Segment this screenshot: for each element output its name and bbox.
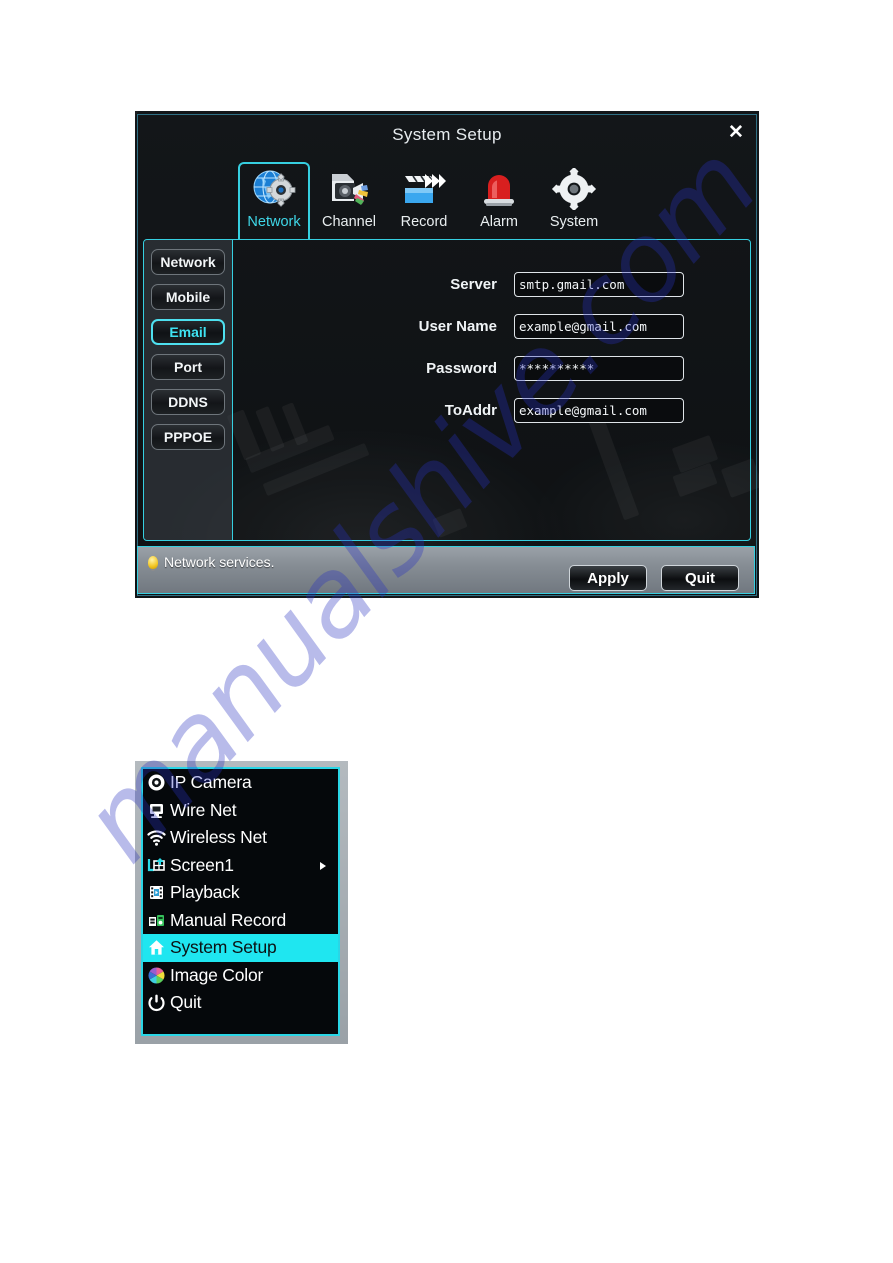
tab-network[interactable]: Network	[238, 162, 310, 240]
screen-split-icon	[147, 856, 166, 875]
tab-alarm[interactable]: Alarm	[463, 164, 535, 240]
sidebar-item-port[interactable]: Port	[151, 354, 225, 380]
system-setup-window: System Setup ✕ Network Channel Record Al…	[135, 111, 759, 598]
manual-record-icon	[147, 911, 166, 930]
server-input[interactable]: smtp.gmail.com	[514, 272, 684, 297]
tab-bar: Network Channel Record Alarm System	[135, 156, 759, 240]
tab-label: Record	[400, 214, 448, 230]
menu-item-wireless-net[interactable]: Wireless Net	[143, 824, 338, 852]
page-title: System Setup	[392, 125, 502, 144]
sidebar-item-label: Port	[174, 359, 202, 375]
wired-network-icon	[147, 801, 166, 820]
menu-item-playback[interactable]: Playback	[143, 879, 338, 907]
menu-item-quit[interactable]: Quit	[143, 989, 338, 1017]
camera-lens-icon	[147, 773, 166, 792]
bulb-icon	[148, 555, 158, 569]
sidebar-item-label: Mobile	[165, 289, 211, 305]
form-row-password: Password **********	[232, 354, 750, 384]
quit-button[interactable]: Quit	[661, 565, 739, 591]
sidebar-item-mobile[interactable]: Mobile	[151, 284, 225, 310]
apply-button[interactable]: Apply	[569, 565, 647, 591]
settings-content-panel: Network Mobile Email Port DDNS PPPOE Ser…	[143, 239, 751, 541]
menu-item-ip-camera[interactable]: IP Camera	[143, 769, 338, 797]
clapperboard-icon	[388, 164, 460, 210]
menu-item-label: Manual Record	[170, 909, 287, 930]
context-menu: IP Camera Wire Net Wireless Net Screen1 …	[141, 767, 340, 1036]
menu-item-wire-net[interactable]: Wire Net	[143, 797, 338, 825]
color-wheel-icon	[147, 966, 166, 985]
menu-item-manual-record[interactable]: Manual Record	[143, 907, 338, 935]
toaddr-label: ToAddr	[444, 402, 497, 419]
sidebar-item-label: DDNS	[168, 394, 208, 410]
sidebar-item-pppoe[interactable]: PPPOE	[151, 424, 225, 450]
camera-channel-icon	[313, 164, 385, 210]
menu-item-label: IP Camera	[170, 772, 252, 793]
wifi-icon	[147, 828, 166, 847]
submenu-arrow-icon	[320, 861, 326, 870]
menu-item-label: System Setup	[170, 937, 277, 958]
sidebar-item-email[interactable]: Email	[151, 319, 225, 345]
menu-item-image-color[interactable]: Image Color	[143, 962, 338, 990]
window-footer: Network services. Apply Quit	[137, 546, 755, 594]
home-icon	[147, 938, 166, 957]
sidebar-item-label: Email	[169, 324, 207, 340]
power-icon	[147, 993, 166, 1012]
password-input[interactable]: **********	[514, 356, 684, 381]
username-label: User Name	[418, 318, 497, 335]
toaddr-input[interactable]: example@gmail.com	[514, 398, 684, 423]
globe-gear-icon	[240, 164, 308, 210]
gear-icon	[538, 164, 610, 210]
settings-sidebar: Network Mobile Email Port DDNS PPPOE	[144, 240, 233, 540]
server-label: Server	[450, 276, 497, 293]
close-icon[interactable]: ✕	[725, 122, 747, 144]
status-hint-text: Network services.	[164, 554, 275, 570]
status-hint: Network services.	[148, 551, 274, 573]
tab-label: Alarm	[480, 214, 518, 230]
context-menu-frame: IP Camera Wire Net Wireless Net Screen1 …	[135, 761, 348, 1044]
menu-item-label: Image Color	[170, 964, 264, 985]
menu-item-label: Wire Net	[170, 799, 237, 820]
tab-label: Channel	[321, 214, 376, 230]
menu-item-screen1[interactable]: Screen1	[143, 852, 338, 880]
tab-record[interactable]: Record	[388, 164, 460, 240]
menu-item-label: Wireless Net	[170, 827, 267, 848]
email-settings-form: Server smtp.gmail.com User Name example@…	[232, 240, 750, 540]
sidebar-item-network[interactable]: Network	[151, 249, 225, 275]
menu-item-system-setup[interactable]: System Setup	[143, 934, 338, 962]
menu-item-label: Quit	[170, 992, 202, 1013]
tab-system[interactable]: System	[538, 164, 610, 240]
password-label: Password	[426, 360, 497, 377]
username-input[interactable]: example@gmail.com	[514, 314, 684, 339]
tab-label: Network	[247, 214, 301, 230]
window-title-bar: System Setup ✕	[135, 111, 759, 156]
menu-item-label: Playback	[170, 882, 240, 903]
menu-item-label: Screen1	[170, 854, 234, 875]
tab-channel[interactable]: Channel	[313, 164, 385, 240]
sidebar-item-label: PPPOE	[163, 429, 213, 445]
form-row-username: User Name example@gmail.com	[232, 312, 750, 342]
sidebar-item-ddns[interactable]: DDNS	[151, 389, 225, 415]
tab-label: System	[549, 214, 599, 230]
sidebar-item-label: Network	[160, 254, 216, 270]
form-row-server: Server smtp.gmail.com	[232, 270, 750, 300]
form-row-toaddr: ToAddr example@gmail.com	[232, 396, 750, 426]
siren-icon	[463, 164, 535, 210]
film-strip-icon	[147, 883, 166, 902]
